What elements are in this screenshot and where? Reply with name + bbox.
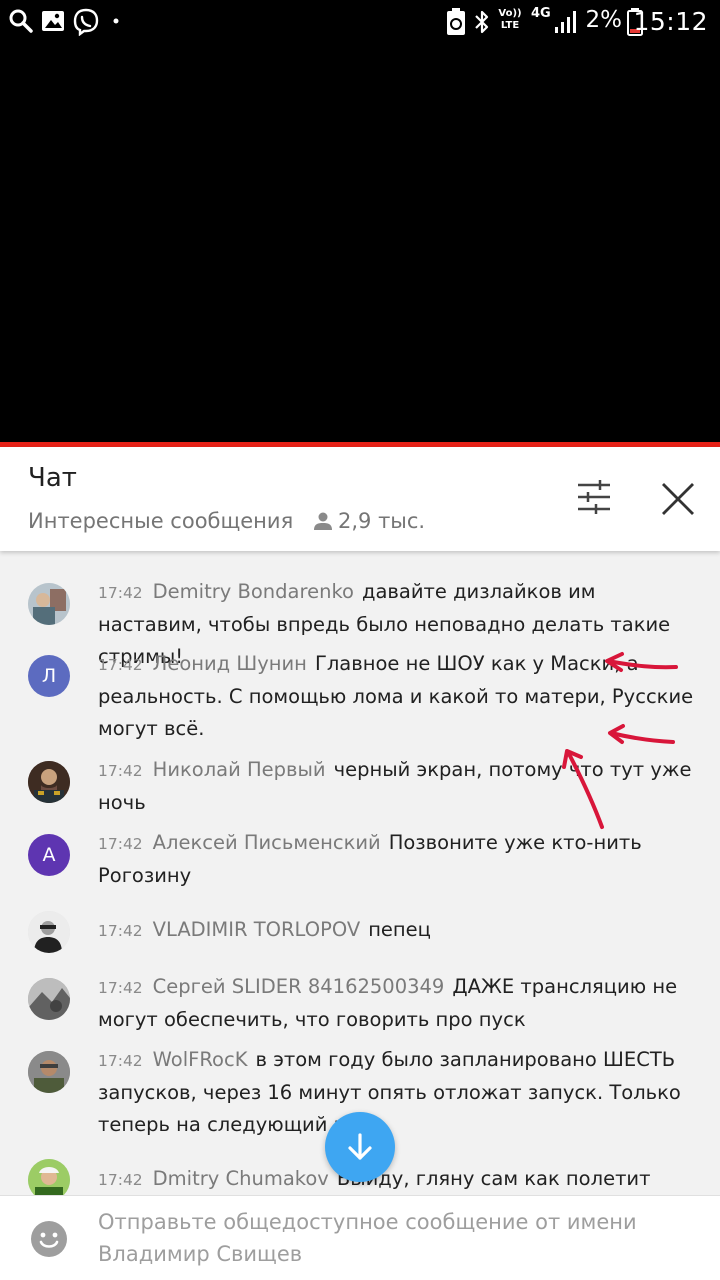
message-time: 17:42 [98, 1171, 143, 1189]
message-time: 17:42 [98, 922, 143, 940]
avatar-photo [28, 911, 70, 953]
avatar-photo [28, 978, 70, 1020]
dot-icon [113, 18, 119, 24]
message-time: 17:42 [98, 835, 143, 853]
arrow-down-icon [348, 1133, 372, 1160]
scroll-to-bottom-button[interactable] [325, 1112, 395, 1182]
avatar[interactable] [28, 978, 70, 1020]
message-composer: Отправьте общедоступное сообщение от име… [0, 1195, 720, 1280]
signal-icon [555, 11, 576, 33]
message-text: пепец [368, 918, 431, 941]
chat-messages-list[interactable]: 17:42 Demitry Bondarenko давайте дизлайков… [0, 551, 720, 1195]
filter-icon [578, 480, 610, 514]
gallery-icon [42, 11, 64, 31]
bluetooth-icon [475, 10, 489, 34]
message-time: 17:42 [98, 1052, 143, 1070]
volte-indicator: Vo)) LTE [498, 8, 522, 31]
avatar[interactable] [28, 1051, 70, 1093]
video-player[interactable] [0, 44, 720, 442]
message-author[interactable]: Dmitry Chumakov [153, 1167, 329, 1190]
message-time: 17:42 [98, 762, 143, 780]
clock: 15:12 [633, 7, 708, 36]
network-type: 4G [531, 6, 551, 21]
message-time: 17:42 [98, 656, 143, 674]
avatar[interactable] [28, 583, 70, 625]
message-author[interactable]: Николай Первый [153, 758, 326, 781]
message-time: 17:42 [98, 979, 143, 997]
recycle-icon [447, 8, 465, 35]
emoji-button[interactable] [30, 1220, 68, 1258]
avatar-photo [28, 1051, 70, 1093]
viewer-count: 2,9 тыс. [338, 509, 426, 533]
avatar[interactable]: Л [28, 655, 70, 697]
avatar[interactable] [28, 911, 70, 953]
search-icon [9, 9, 33, 33]
filter-button[interactable] [570, 477, 618, 517]
chat-mode-selector[interactable]: Интересные сообщения [28, 509, 293, 533]
status-bar: Vo)) LTE 4G 2% 15:12 [0, 0, 720, 44]
chat-header: Чат Интересные сообщения 2,9 тыс. [0, 447, 720, 551]
avatar[interactable] [28, 761, 70, 803]
viber-icon [73, 8, 99, 36]
close-icon [662, 483, 694, 515]
message-author[interactable]: Алексей Письменский [153, 831, 381, 854]
battery-percent: 2% [585, 7, 623, 33]
avatar[interactable] [28, 1159, 70, 1195]
person-icon [314, 512, 332, 530]
avatar-photo [28, 761, 70, 803]
avatar[interactable]: А [28, 834, 70, 876]
avatar-photo [28, 583, 70, 625]
message-author[interactable]: Сергей SLIDER 84162500349 [153, 975, 445, 998]
message-author[interactable]: Demitry Bondarenko [153, 580, 354, 603]
message-author[interactable]: Леонид Шунин [153, 652, 307, 675]
message-author[interactable]: VLADIMIR TORLOPOV [153, 918, 361, 941]
chat-title: Чат [28, 463, 77, 493]
avatar-photo [28, 1159, 70, 1195]
message-input[interactable]: Отправьте общедоступное сообщение от име… [98, 1206, 698, 1270]
close-button[interactable] [654, 477, 702, 521]
message-author[interactable]: WolFRocK [153, 1048, 248, 1071]
emoji-icon [31, 1221, 67, 1257]
message-time: 17:42 [98, 584, 143, 602]
